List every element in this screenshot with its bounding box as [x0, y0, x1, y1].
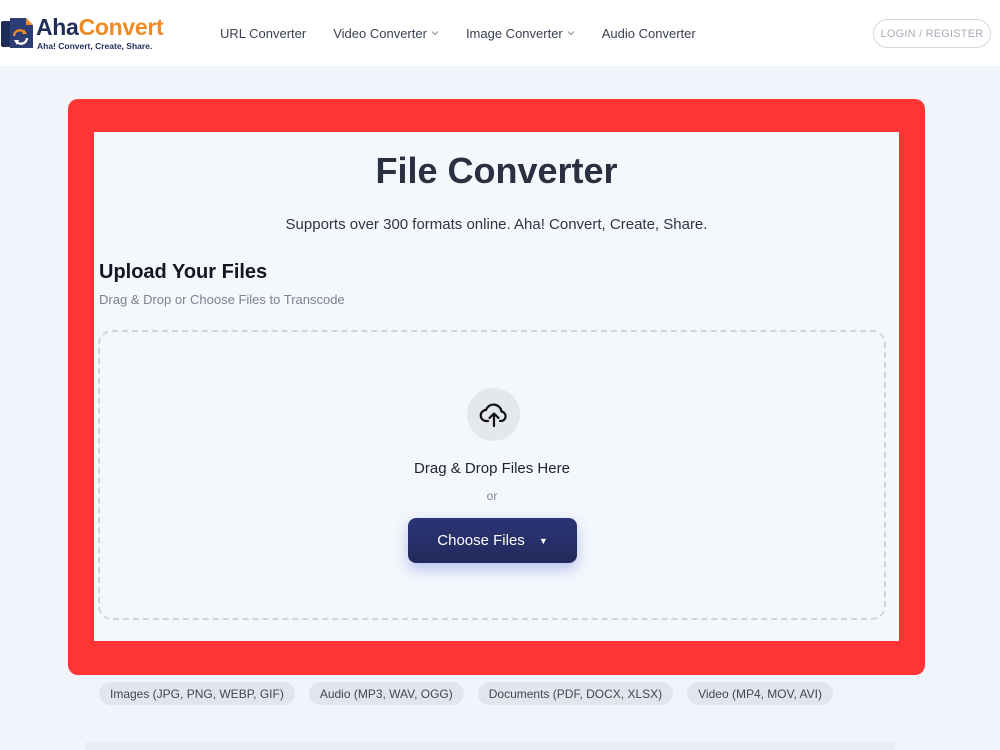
format-pill-audio: Audio (MP3, WAV, OGG) [308, 682, 464, 705]
upload-icon-circle [467, 388, 520, 441]
logo-word-convert: Convert [78, 14, 164, 40]
page-title: File Converter [375, 150, 618, 191]
format-pill-video: Video (MP4, MOV, AVI) [687, 682, 833, 705]
cloud-upload-icon [479, 403, 507, 427]
format-pill-documents: Documents (PDF, DOCX, XLSX) [477, 682, 674, 705]
or-separator: or [486, 489, 498, 503]
login-register-button[interactable]: LOGIN / REGISTER [873, 19, 991, 48]
logo-wordmark: AhaConvert [36, 14, 164, 41]
chevron-down-icon [567, 31, 575, 36]
choose-files-label: Choose Files [437, 532, 525, 549]
logo-mark-icon [1, 18, 33, 48]
format-pills: Images (JPG, PNG, WEBP, GIF) Audio (MP3,… [99, 682, 847, 706]
chevron-down-icon [431, 31, 439, 36]
nav-audio-converter[interactable]: Audio Converter [602, 26, 696, 41]
logo-word-aha: Aha [36, 14, 79, 40]
site-header: AhaConvert Aha! Convert, Create, Share. … [0, 0, 1000, 66]
page-subtitle: Supports over 300 formats online. Aha! C… [285, 216, 708, 233]
drop-files-text: Drag & Drop Files Here [414, 460, 570, 477]
brand-logo[interactable]: AhaConvert Aha! Convert, Create, Share. [0, 12, 170, 54]
lower-section-edge [85, 742, 895, 750]
nav-image-converter[interactable]: Image Converter [466, 26, 575, 41]
caret-down-icon: ▼ [538, 535, 548, 546]
nav-label: Video Converter [333, 25, 427, 41]
file-dropzone[interactable]: Drag & Drop Files Here or Choose Files ▼ [98, 330, 886, 620]
nav-url-converter[interactable]: URL Converter [220, 26, 306, 41]
upload-heading: Upload Your Files [99, 261, 268, 283]
choose-files-button[interactable]: Choose Files ▼ [408, 518, 577, 563]
logo-tagline: Aha! Convert, Create, Share. [37, 41, 153, 51]
format-pill-images: Images (JPG, PNG, WEBP, GIF) [99, 682, 295, 705]
nav-label: URL Converter [220, 25, 307, 41]
converter-card: File Converter Supports over 300 formats… [94, 132, 899, 641]
nav-label: Audio Converter [601, 25, 696, 41]
upload-subheading: Drag & Drop or Choose Files to Transcode [99, 292, 345, 307]
nav-label: Image Converter [465, 25, 563, 41]
main-nav: URL Converter Video Converter Image Conv… [220, 0, 723, 66]
nav-video-converter[interactable]: Video Converter [333, 26, 439, 41]
